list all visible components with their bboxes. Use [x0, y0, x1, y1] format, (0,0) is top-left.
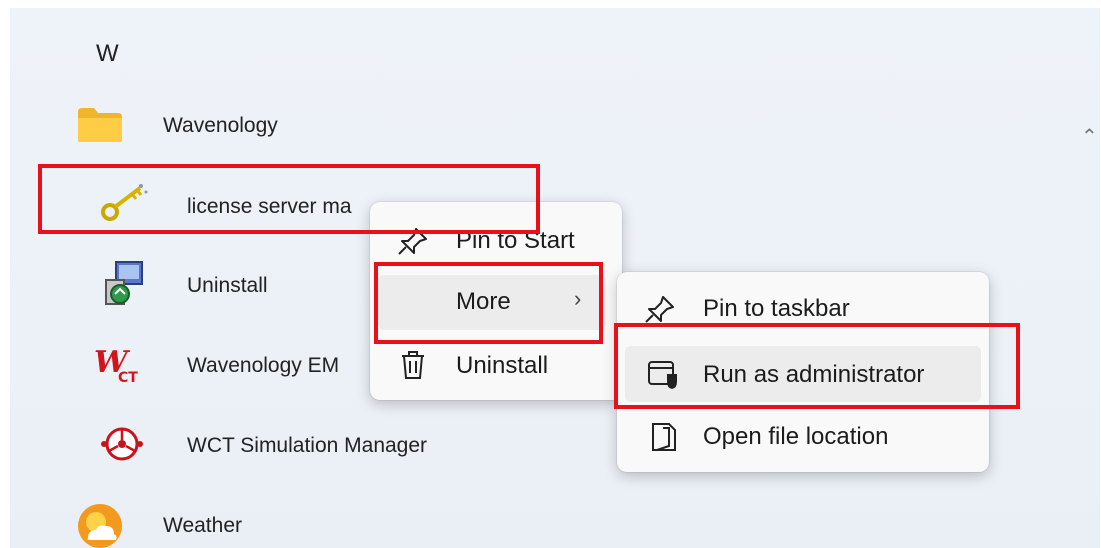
app-label-wavenology: Wavenology: [163, 114, 278, 137]
pin-icon: [645, 296, 674, 323]
folder-icon: [78, 108, 122, 142]
trash-icon: [402, 351, 424, 379]
section-letter-header[interactable]: W: [96, 40, 119, 68]
submenu-label-pin-to-taskbar: Pin to taskbar: [703, 295, 850, 322]
app-label-uninstall: Uninstall: [187, 274, 268, 297]
svg-text:CT: CT: [118, 370, 138, 386]
file-location-icon: [652, 423, 676, 451]
simulation-manager-icon: [101, 427, 143, 461]
app-label-weather: Weather: [163, 514, 242, 537]
uninstall-app-icon: [105, 261, 143, 305]
chevron-up-icon[interactable]: ⌃: [1081, 124, 1098, 149]
submenu-label-open-file-location: Open file location: [703, 423, 889, 450]
highlight-box-run-as-administrator: [614, 323, 1020, 409]
app-label-wavenology-em: Wavenology EM: [187, 354, 340, 377]
submenu-item-open-file-location[interactable]: Open file location: [625, 412, 981, 462]
highlight-box-more: [374, 262, 603, 344]
app-label-wct-simulation-manager: WCT Simulation Manager: [187, 434, 428, 457]
context-menu-label-uninstall: Uninstall: [456, 352, 549, 379]
highlight-box-license-server: [38, 164, 540, 234]
weather-icon: [78, 504, 122, 548]
wct-logo-icon: W CT: [94, 345, 138, 386]
context-menu-item-uninstall[interactable]: Uninstall: [378, 338, 614, 390]
